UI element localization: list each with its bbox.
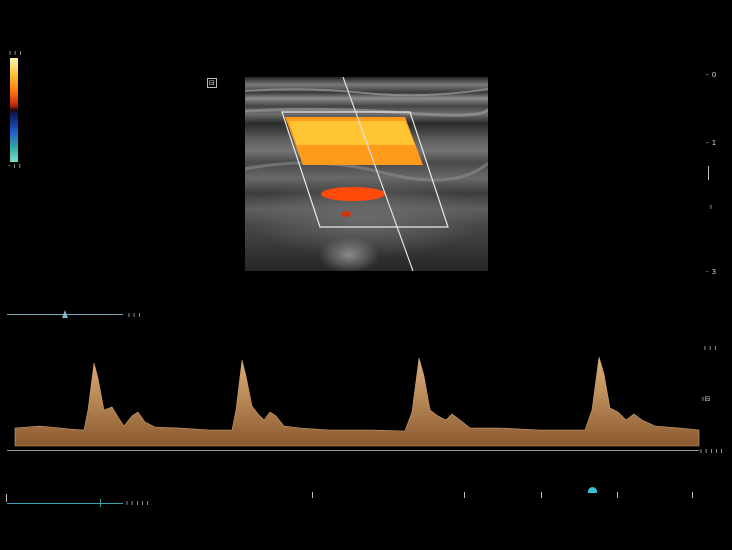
timeline-tick [692, 492, 693, 498]
timeline-label: ı ı ı ı ı [126, 499, 150, 507]
color-doppler-flow-high [289, 121, 415, 145]
timeline-position-marker-icon[interactable] [588, 487, 597, 493]
depth-label-2: ı [710, 203, 713, 211]
spectral-baseline [7, 450, 699, 451]
depth-scale-tick [708, 166, 709, 180]
timeline-scroll-track[interactable] [7, 503, 123, 504]
timeline-tick [100, 499, 101, 507]
tissue-layer [245, 88, 488, 97]
depth-label-3: - 3 [706, 268, 717, 276]
spectral-envelope [14, 356, 700, 447]
timeline-tick [617, 492, 618, 498]
baseline-slider-label: ı ı ı [128, 311, 141, 319]
baseline-slider-handle[interactable] [62, 310, 68, 318]
doppler-cursor-line[interactable] [342, 77, 414, 271]
vessel-flow-small [341, 211, 351, 217]
colorbar-top-label: ı ı ı [9, 49, 22, 57]
bmode-image[interactable] [245, 77, 488, 271]
doppler-overlay [245, 77, 488, 271]
spectral-doppler-waveform [14, 356, 700, 447]
timeline-tick [312, 492, 313, 498]
vessel-flow [321, 187, 385, 201]
depth-label-1: - 1 [706, 139, 717, 147]
bmode-marker-icon: ⊟ [207, 78, 218, 88]
timeline-tick [6, 494, 7, 502]
tissue-layer [245, 161, 488, 182]
color-flow-scale-bar [10, 58, 18, 162]
timeline-tick [541, 492, 542, 498]
colorbar-bottom-label: - ı ı [8, 162, 22, 170]
depth-label-0: - 0 [706, 71, 717, 79]
timeline-tick [464, 492, 465, 498]
